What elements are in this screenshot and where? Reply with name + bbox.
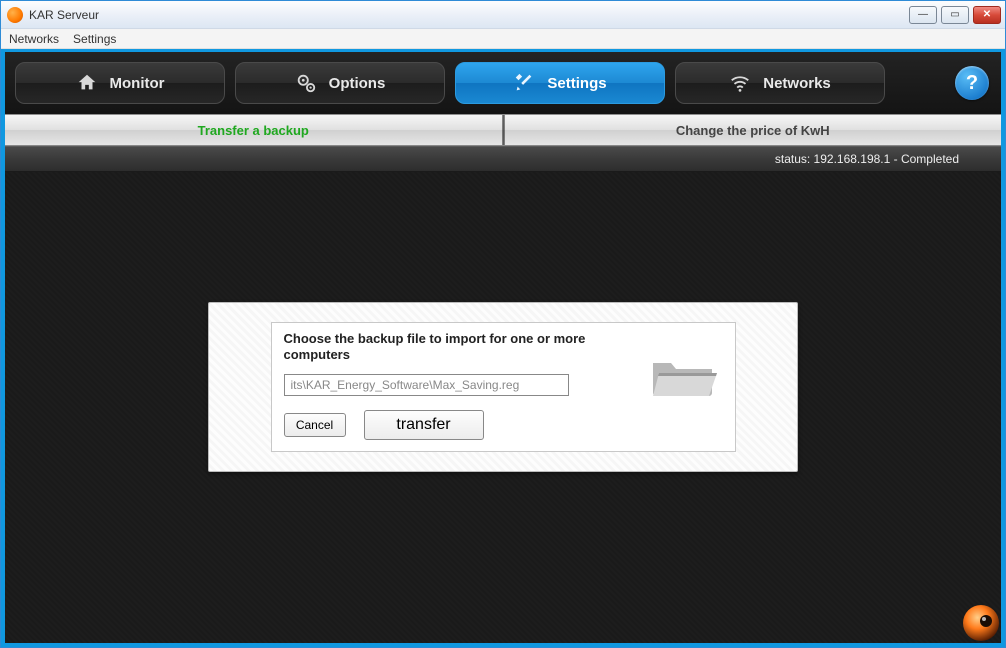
close-button[interactable]: ✕ [973, 6, 1001, 24]
app-window: KAR Serveur — ▭ ✕ Networks Settings Moni… [0, 0, 1006, 648]
tools-icon [513, 72, 535, 94]
tab-label: Settings [547, 75, 606, 92]
subtab-change-kwh[interactable]: Change the price of KwH [505, 115, 1002, 145]
status-text: status: 192.168.198.1 - Completed [775, 152, 959, 166]
cancel-button[interactable]: Cancel [284, 413, 346, 437]
tab-networks[interactable]: Networks [675, 62, 885, 104]
import-panel: Choose the backup file to import for one… [208, 302, 798, 472]
import-prompt: Choose the backup file to import for one… [284, 331, 604, 364]
tab-options[interactable]: Options [235, 62, 445, 104]
tab-label: Options [329, 75, 386, 92]
transfer-button[interactable]: transfer [364, 410, 484, 440]
tab-label: Networks [763, 75, 831, 92]
wifi-icon [729, 72, 751, 94]
gears-icon [295, 72, 317, 94]
import-form: Choose the backup file to import for one… [271, 322, 736, 452]
tab-settings[interactable]: Settings [455, 62, 665, 104]
content-area: Choose the backup file to import for one… [5, 172, 1001, 643]
tab-label: Monitor [110, 75, 165, 92]
help-button[interactable]: ? [955, 66, 989, 100]
window-title: KAR Serveur [29, 8, 909, 22]
status-bar: status: 192.168.198.1 - Completed [5, 146, 1001, 172]
menu-networks[interactable]: Networks [9, 32, 59, 46]
browse-folder-icon[interactable] [649, 353, 721, 401]
file-path-input[interactable]: its\KAR_Energy_Software\Max_Saving.reg [284, 374, 569, 396]
subtab-transfer-backup[interactable]: Transfer a backup [5, 115, 502, 145]
brand-orb-icon [953, 595, 999, 641]
minimize-button[interactable]: — [909, 6, 937, 24]
home-icon [76, 72, 98, 94]
settings-subtabs: Transfer a backup Change the price of Kw… [5, 114, 1001, 146]
client-area: Monitor Options Settings Networks [1, 49, 1005, 647]
main-tabbar: Monitor Options Settings Networks [5, 52, 1001, 114]
app-icon [7, 7, 23, 23]
maximize-button[interactable]: ▭ [941, 6, 969, 24]
menubar: Networks Settings [1, 29, 1005, 49]
tab-monitor[interactable]: Monitor [15, 62, 225, 104]
menu-settings[interactable]: Settings [73, 32, 116, 46]
titlebar: KAR Serveur — ▭ ✕ [1, 1, 1005, 29]
window-buttons: — ▭ ✕ [909, 6, 1001, 24]
